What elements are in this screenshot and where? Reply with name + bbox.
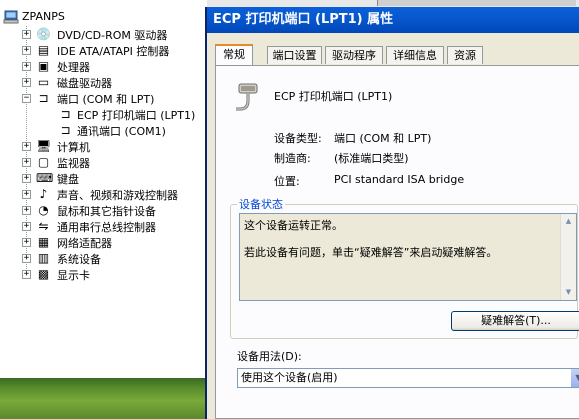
device-type-label: 设备类型: xyxy=(274,132,322,145)
troubleshoot-button[interactable]: 疑难解答(T)... xyxy=(451,311,579,331)
device-tree[interactable]: ZPANPS + 💿 DVD/CD-ROM 驱动器 + ▤ IDE ATA/ATAPI 控… xyxy=(0,0,205,352)
cdrom-icon: 💿 xyxy=(36,27,51,41)
status-line-1: 这个设备运转正常。 xyxy=(244,219,343,232)
manufacturer-value: (标准端口类型) xyxy=(334,152,409,165)
tree-item-label[interactable]: 声音、视频和游戏控制器 xyxy=(57,187,178,203)
keyboard-icon: ⌨ xyxy=(36,171,54,185)
general-tab-panel: ECP 打印机端口 (LPT1) 设备类型: 端口 (COM 和 LPT) 制造… xyxy=(215,65,579,419)
sound-icon: ♪ xyxy=(39,187,48,201)
tab-details[interactable]: 详细信息 xyxy=(386,46,444,64)
tab-general[interactable]: 常规 xyxy=(215,44,253,65)
display-adapter-icon: ▩ xyxy=(37,267,50,281)
expand-icon[interactable]: + xyxy=(22,222,31,231)
expand-icon[interactable]: + xyxy=(22,78,31,87)
device-usage-label: 设备用法(D): xyxy=(237,350,302,363)
device-status-textbox[interactable]: 这个设备运转正常。 若此设备有问题，单击“疑难解答”来启动疑难解答。 ▲ ▼ xyxy=(239,213,577,301)
expand-icon[interactable]: + xyxy=(22,62,31,71)
tab-port-settings[interactable]: 端口设置 xyxy=(267,46,322,64)
collapse-icon[interactable]: − xyxy=(22,94,31,103)
system-device-icon: ▥ xyxy=(37,251,50,265)
printer-port-icon xyxy=(236,83,258,111)
device-usage-value: 使用这个设备(启用) xyxy=(241,371,338,384)
tree-bottom-strip xyxy=(0,352,205,378)
tree-item-label[interactable]: 监视器 xyxy=(57,155,90,171)
tab-driver[interactable]: 驱动程序 xyxy=(325,46,383,64)
tree-item-label[interactable]: 计算机 xyxy=(57,139,90,155)
tree-child-label[interactable]: 通讯端口 (COM1) xyxy=(77,123,166,139)
properties-dialog: ECP 打印机端口 (LPT1) 属性 常规 端口设置 驱动程序 详细信息 资源… xyxy=(205,7,579,419)
chevron-down-icon[interactable]: ▼ xyxy=(571,369,579,387)
expand-icon[interactable]: + xyxy=(22,174,31,183)
port-icon: ⊐ xyxy=(38,91,49,105)
tree-item-label[interactable]: 端口 (COM 和 LPT) xyxy=(57,91,154,107)
dialog-titlebar[interactable]: ECP 打印机端口 (LPT1) 属性 xyxy=(207,7,579,33)
device-status-label: 设备状态 xyxy=(237,196,285,212)
device-name: ECP 打印机端口 (LPT1) xyxy=(274,90,393,103)
port-icon: ⊐ xyxy=(60,123,71,137)
status-scrollbar[interactable]: ▲ ▼ xyxy=(560,214,576,300)
location-value: PCI standard ISA bridge xyxy=(334,173,465,186)
tree-item-label[interactable]: 磁盘驱动器 xyxy=(57,75,112,91)
usb-icon: ⇋ xyxy=(38,219,49,233)
device-usage-select[interactable]: 使用这个设备(启用) ▼ xyxy=(237,368,579,388)
tree-item-label[interactable]: 系统设备 xyxy=(57,251,101,267)
expand-icon[interactable]: + xyxy=(22,158,31,167)
tree-item-label[interactable]: 鼠标和其它指针设备 xyxy=(57,203,156,219)
monitor-icon: ▢ xyxy=(37,155,50,169)
tree-item-label[interactable]: 处理器 xyxy=(57,59,90,75)
expand-icon[interactable]: + xyxy=(22,30,31,39)
tree-item-label[interactable]: IDE ATA/ATAPI 控制器 xyxy=(57,43,169,59)
expand-icon[interactable]: + xyxy=(22,206,31,215)
desktop-top-strip xyxy=(207,0,579,7)
disk-drive-icon: ▭ xyxy=(37,75,50,89)
computer-root-icon xyxy=(3,10,19,24)
port-icon: ⊐ xyxy=(60,107,71,121)
scroll-up-icon[interactable]: ▲ xyxy=(562,215,575,228)
expand-icon[interactable]: + xyxy=(22,142,31,151)
expand-icon[interactable]: + xyxy=(22,46,31,55)
expand-icon[interactable]: + xyxy=(22,270,31,279)
expand-icon[interactable]: + xyxy=(22,238,31,247)
location-label: 位置: xyxy=(274,175,300,188)
tree-item-label[interactable]: 显示卡 xyxy=(57,267,90,283)
scroll-down-icon[interactable]: ▼ xyxy=(562,286,575,299)
device-type-value: 端口 (COM 和 LPT) xyxy=(334,132,432,145)
desktop-wallpaper xyxy=(0,378,205,419)
tree-root-label[interactable]: ZPANPS xyxy=(22,10,65,23)
tree-item-label[interactable]: 通用串行总线控制器 xyxy=(57,219,156,235)
computer-icon: 🖥 xyxy=(36,139,52,153)
tab-resources[interactable]: 资源 xyxy=(447,46,483,64)
status-line-2: 若此设备有问题，单击“疑难解答”来启动疑难解答。 xyxy=(244,246,498,259)
tree-item-label[interactable]: 键盘 xyxy=(57,171,79,187)
tree-item-label[interactable]: DVD/CD-ROM 驱动器 xyxy=(57,27,167,43)
tree-child-label[interactable]: ECP 打印机端口 (LPT1) xyxy=(77,107,195,123)
processor-icon: ▣ xyxy=(37,59,50,73)
manufacturer-label: 制造商: xyxy=(274,152,311,165)
tree-item-label[interactable]: 网络适配器 xyxy=(57,235,112,251)
expand-icon[interactable]: + xyxy=(22,190,31,199)
mouse-icon: ◔ xyxy=(38,203,49,217)
network-adapter-icon: ▦ xyxy=(37,235,50,249)
ide-controller-icon: ▤ xyxy=(37,43,50,57)
expand-icon[interactable]: + xyxy=(22,254,31,263)
